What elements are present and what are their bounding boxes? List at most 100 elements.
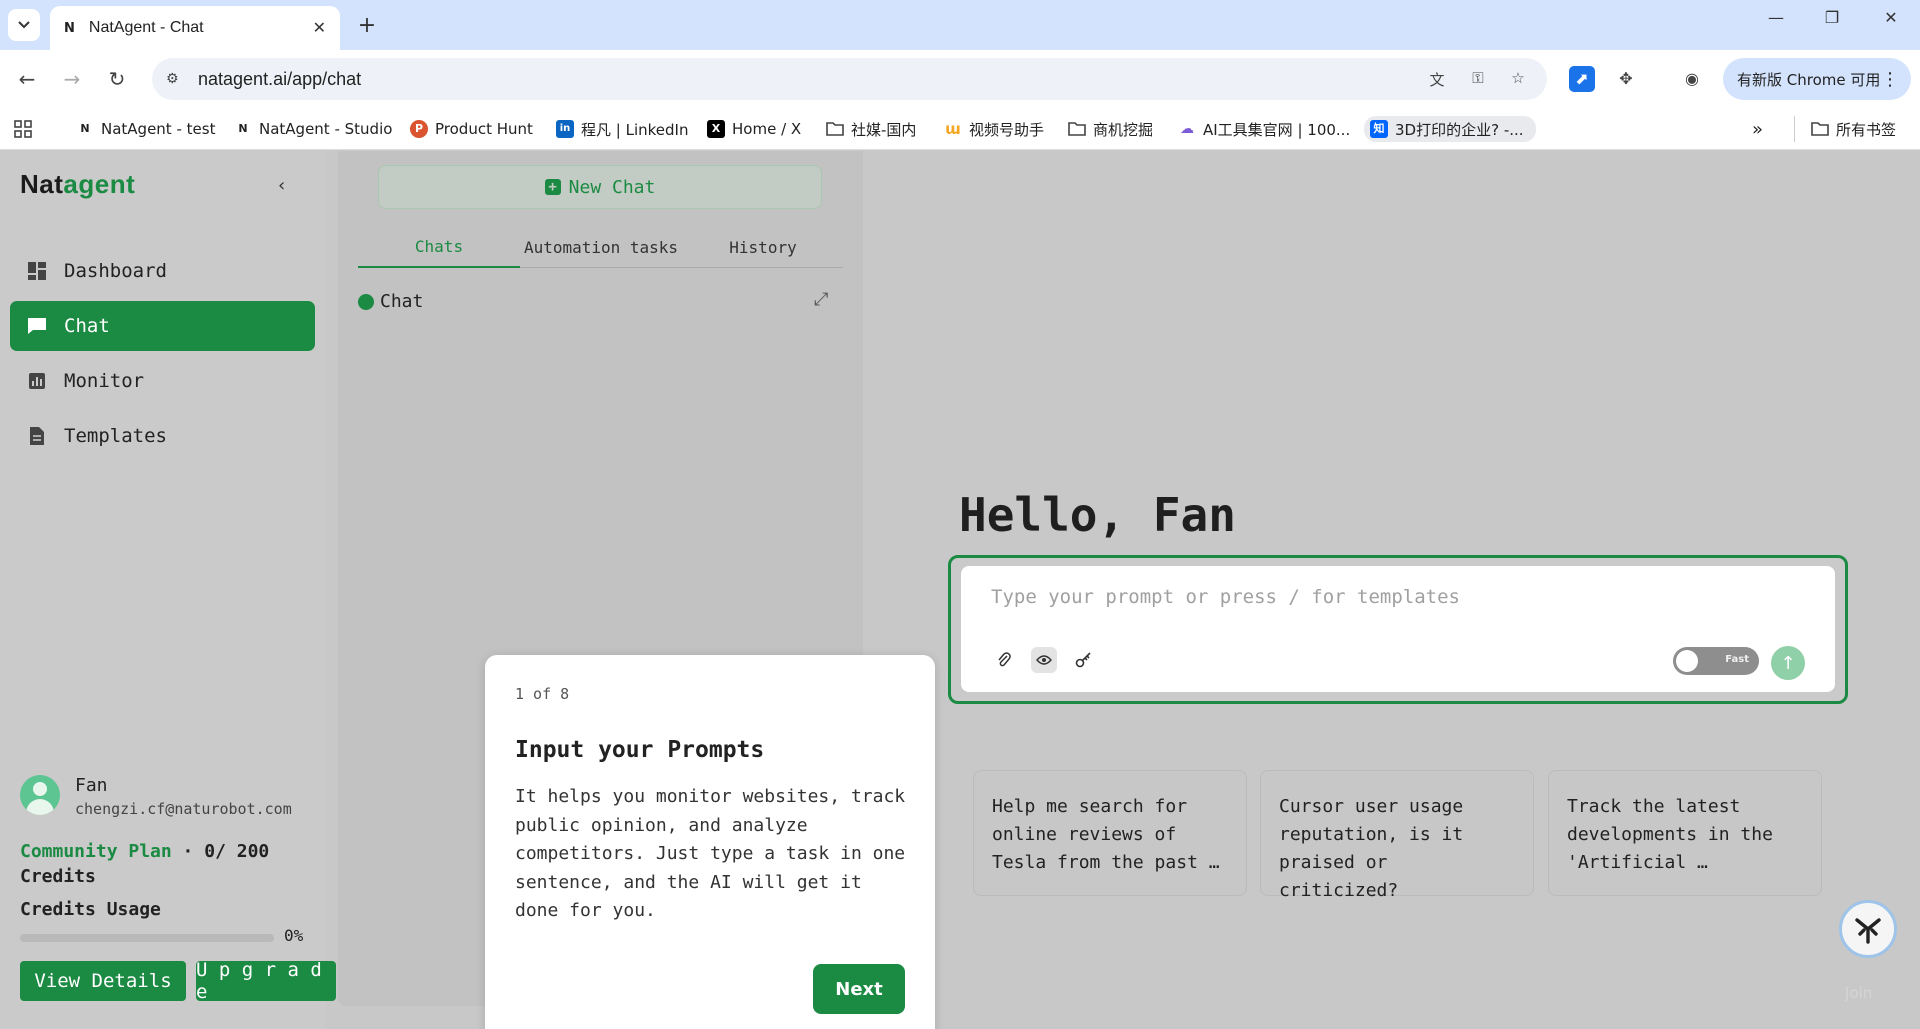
- next-button[interactable]: Next: [813, 964, 905, 1014]
- bookmark-label: Product Hunt: [435, 120, 533, 138]
- bookmark-label: 程凡 | LinkedIn: [581, 120, 689, 139]
- bookmark-folder-social[interactable]: 社媒-国内: [826, 116, 916, 142]
- suggestion-card[interactable]: Cursor user usage reputation, is it prai…: [1260, 770, 1534, 901]
- attach-paperclip-icon[interactable]: [991, 647, 1017, 673]
- chrome-update-label: 有新版 Chrome 可用: [1737, 70, 1881, 89]
- translate-icon[interactable]: 文: [1426, 69, 1448, 91]
- bookmark-x[interactable]: X Home / X: [707, 116, 801, 142]
- tab-title: NatAgent - Chat: [88, 19, 204, 36]
- bookmark-label: AI工具集官网 | 100...: [1203, 120, 1351, 139]
- extension-icon[interactable]: ⬈: [1569, 66, 1595, 92]
- sidebar-item-label: Templates: [64, 425, 167, 447]
- chat-list-item[interactable]: Chat: [358, 291, 423, 312]
- tab-chats[interactable]: Chats: [358, 226, 520, 268]
- browser-tab[interactable]: N NatAgent - Chat ✕: [50, 6, 340, 50]
- prompt-placeholder[interactable]: Type your prompt or press / for template…: [991, 586, 1460, 608]
- eye-icon[interactable]: [1031, 647, 1057, 673]
- extensions-puzzle-icon[interactable]: ✥: [1613, 66, 1639, 92]
- apps-grid-icon[interactable]: [14, 116, 32, 142]
- profile-icon[interactable]: ◉: [1679, 66, 1705, 92]
- close-tab-icon[interactable]: ✕: [313, 18, 326, 38]
- wechat-channels-icon: ɯ: [945, 120, 961, 138]
- main-area: Hello, Fan Type your prompt or press / f…: [863, 151, 1920, 1029]
- browser-toolbar: ← → ↻ ⚙ natagent.ai/app/chat 文 ⚿ ☆ ⬈ ✥ ◉…: [0, 50, 1920, 108]
- url-text[interactable]: natagent.ai/app/chat: [198, 69, 361, 90]
- bookmark-natagent-test[interactable]: N NatAgent - test: [76, 116, 215, 142]
- new-tab-button[interactable]: +: [352, 10, 382, 40]
- folder-icon: [1068, 120, 1086, 138]
- prompt-input[interactable]: Type your prompt or press / for template…: [961, 566, 1835, 692]
- onboarding-popover: 1 of 8 Input your Prompts It helps you m…: [485, 655, 935, 1029]
- bookmark-label: 社媒-国内: [851, 120, 917, 139]
- onboarding-step-counter: 1 of 8: [515, 685, 570, 703]
- toggle-knob: [1676, 650, 1698, 672]
- restore-window-icon[interactable]: ❐: [1812, 8, 1852, 27]
- templates-icon: [26, 425, 48, 447]
- sidebar-item-label: Chat: [64, 315, 110, 337]
- upgrade-button[interactable]: U p g r a d e: [196, 959, 336, 1003]
- bookmark-linkedin[interactable]: in 程凡 | LinkedIn: [556, 116, 688, 142]
- address-bar[interactable]: ⚙ natagent.ai/app/chat: [152, 58, 1547, 100]
- reload-icon[interactable]: ↻: [102, 64, 132, 94]
- credits-usage-percent: 0%: [284, 926, 304, 945]
- avatar: [20, 775, 60, 815]
- forward-arrow-icon[interactable]: →: [57, 64, 87, 94]
- chat-item-label: Chat: [380, 291, 424, 312]
- bookmark-label: NatAgent - Studio: [259, 120, 393, 138]
- expand-icon[interactable]: ⤢: [814, 289, 828, 310]
- more-menu-icon[interactable]: ⋮: [1881, 69, 1899, 90]
- chrome-update-button[interactable]: 有新版 Chrome 可用 ⋮: [1723, 58, 1911, 100]
- plus-icon: +: [544, 179, 561, 195]
- new-chat-button[interactable]: + New Chat: [378, 165, 822, 209]
- view-details-button[interactable]: View Details: [20, 961, 186, 1001]
- suggestion-card[interactable]: Help me search for online reviews of Tes…: [973, 770, 1247, 896]
- assistant-logo-icon: [1855, 918, 1881, 944]
- bookmark-ai-tools[interactable]: ☁ AI工具集官网 | 100...: [1178, 116, 1350, 142]
- chat-bubble-icon: [358, 293, 374, 310]
- all-bookmarks-folder[interactable]: 所有书签: [1794, 116, 1896, 142]
- fast-mode-toggle[interactable]: Fast: [1673, 647, 1759, 675]
- bookmark-label: 商机挖掘: [1093, 120, 1154, 139]
- ai-tools-icon: ☁: [1180, 121, 1194, 137]
- natagent-logo[interactable]: Natagent: [20, 169, 135, 200]
- folder-icon: [1811, 120, 1829, 138]
- folder-icon: [826, 120, 844, 138]
- join-watermark: Join: [1845, 984, 1873, 1002]
- bookmark-product-hunt[interactable]: P Product Hunt: [410, 116, 533, 142]
- password-key-icon[interactable]: ⚿: [1467, 69, 1489, 91]
- credits-usage-label: Credits Usage: [20, 899, 161, 920]
- chevron-down-icon: [18, 21, 30, 29]
- sidebar-item-dashboard[interactable]: Dashboard: [10, 246, 315, 296]
- natagent-favicon-icon: N: [80, 122, 90, 135]
- back-arrow-icon[interactable]: ←: [12, 64, 42, 94]
- tab-search-button[interactable]: [8, 9, 40, 41]
- sidebar-item-monitor[interactable]: Monitor: [10, 356, 315, 406]
- tab-history[interactable]: History: [682, 226, 844, 268]
- plan-info: Community Plan · 0/ 200 Credits: [20, 839, 310, 889]
- sidebar-item-label: Monitor: [64, 370, 145, 392]
- bookmark-label: 所有书签: [1836, 120, 1897, 139]
- toggle-label: Fast: [1725, 654, 1749, 665]
- bookmark-label: Home / X: [732, 120, 802, 138]
- site-info-icon[interactable]: ⚙: [166, 71, 188, 87]
- key-icon[interactable]: [1071, 647, 1097, 673]
- app-root: Natagent ‹ Dashboard Chat Monitor Templa…: [0, 151, 1920, 1029]
- bookmark-label: NatAgent - test: [101, 120, 216, 138]
- collapse-sidebar-icon[interactable]: ‹: [278, 175, 285, 196]
- bookmark-natagent-studio[interactable]: N NatAgent - Studio: [234, 116, 392, 142]
- bookmark-zhihu[interactable]: 知 3D打印的企业? -...: [1364, 116, 1536, 142]
- suggestion-card[interactable]: Track the latest developments in the 'Ar…: [1548, 770, 1822, 896]
- send-button[interactable]: ↑: [1771, 646, 1805, 680]
- bookmark-channels[interactable]: ɯ 视频号助手: [944, 116, 1044, 142]
- sidebar-item-templates[interactable]: Templates: [10, 411, 315, 461]
- minimize-icon[interactable]: —: [1756, 8, 1796, 27]
- assistant-fab-button[interactable]: [1839, 900, 1897, 958]
- tab-automation-tasks[interactable]: Automation tasks: [520, 226, 682, 268]
- close-window-icon[interactable]: ✕: [1871, 8, 1911, 27]
- zhihu-icon: 知: [1370, 120, 1388, 138]
- chat-tabs: Chats Automation tasks History: [358, 226, 843, 268]
- bookmark-star-icon[interactable]: ☆: [1507, 69, 1529, 91]
- bookmark-folder-business[interactable]: 商机挖掘: [1068, 116, 1153, 142]
- more-bookmarks-icon[interactable]: »: [1752, 116, 1763, 142]
- sidebar-item-chat[interactable]: Chat: [10, 301, 315, 351]
